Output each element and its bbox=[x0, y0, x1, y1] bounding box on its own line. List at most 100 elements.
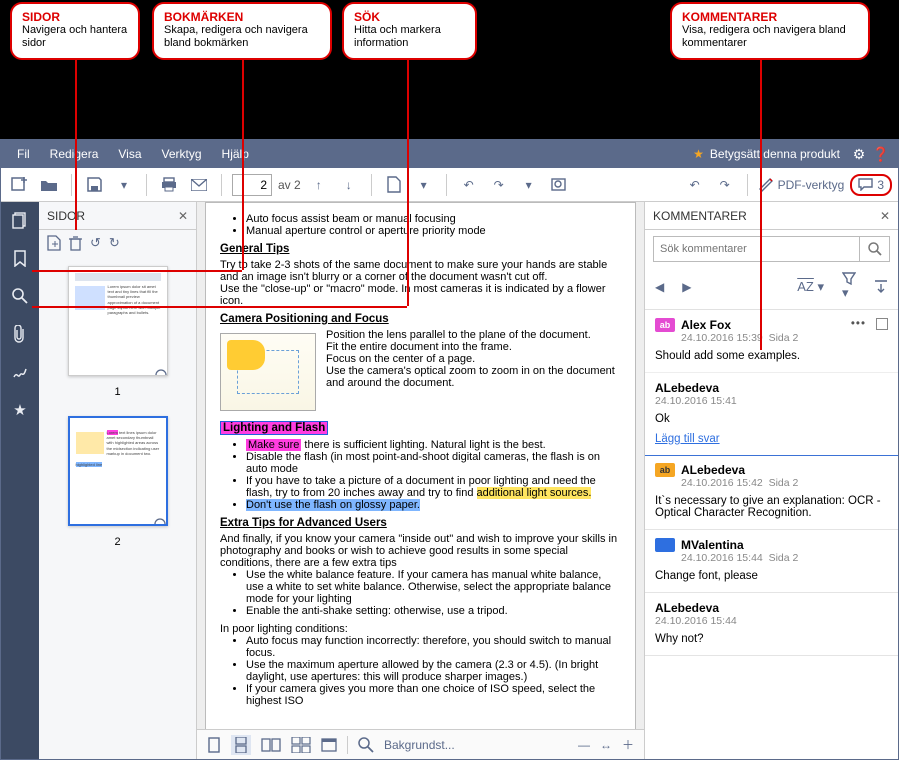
menu-verktyg[interactable]: Verktyg bbox=[152, 147, 212, 161]
comment-author: ALebedeva bbox=[681, 463, 798, 477]
save-dropdown-icon[interactable]: ▾ bbox=[112, 173, 136, 197]
mail-icon[interactable] bbox=[187, 173, 211, 197]
callout-title: BOKMÄRKEN bbox=[164, 10, 320, 24]
view-continuous-icon[interactable] bbox=[231, 735, 251, 755]
comment-item[interactable]: ab Alex Fox 24.10.2016 15:39 Sida 2 ••• … bbox=[645, 310, 898, 456]
add-reply-link[interactable]: Lägg till svar bbox=[655, 433, 720, 445]
view-two-page-icon[interactable] bbox=[261, 738, 281, 752]
nav-attachments-icon[interactable] bbox=[8, 322, 32, 346]
view-two-scroll-icon[interactable] bbox=[291, 737, 311, 753]
new-tab-icon[interactable] bbox=[7, 173, 31, 197]
nav-pages-icon[interactable] bbox=[8, 208, 32, 232]
annotation-badge bbox=[655, 538, 675, 552]
rotate-right-icon[interactable]: ↷ bbox=[487, 173, 511, 197]
annotation-badge: ab bbox=[655, 463, 675, 477]
background-label[interactable]: Bakgrundst... bbox=[384, 738, 455, 752]
delete-page-icon[interactable] bbox=[69, 236, 82, 251]
nav-strip: ★ bbox=[1, 202, 39, 759]
rotate-left-icon[interactable]: ↶ bbox=[457, 173, 481, 197]
comments-header: KOMMENTARER ✕ bbox=[645, 202, 898, 230]
sidebar-title: SIDOR bbox=[47, 209, 85, 223]
page-up-icon[interactable]: ↑ bbox=[307, 173, 331, 197]
document-scroll[interactable]: Auto focus assist beam or manual focusin… bbox=[197, 202, 644, 729]
comment-item[interactable]: MValentina 24.10.2016 15:44 Sida 2 Chang… bbox=[645, 530, 898, 593]
settings-icon[interactable]: ⚙ bbox=[848, 146, 870, 163]
comment-item[interactable]: ab ALebedeva 24.10.2016 15:42 Sida 2 It`… bbox=[645, 455, 898, 530]
rotate-cw-icon[interactable]: ↻ bbox=[109, 235, 120, 251]
document-page: Auto focus assist beam or manual focusin… bbox=[205, 202, 636, 729]
rate-product[interactable]: ★ Betygsätt denna produkt bbox=[685, 147, 848, 161]
sidebar-close-icon[interactable]: ✕ bbox=[178, 209, 188, 223]
menu-hjalp[interactable]: Hjälp bbox=[212, 147, 259, 161]
doc-text: Auto focus may function incorrectly: the… bbox=[246, 635, 621, 659]
next-comment-icon[interactable]: ▶ bbox=[682, 280, 691, 294]
thumbnails[interactable]: Lorem ipsum dolor sit amet text and tiny… bbox=[39, 256, 196, 759]
page-tool-icon[interactable] bbox=[382, 173, 406, 197]
page-down-icon[interactable]: ↓ bbox=[337, 173, 361, 197]
thumbnail-2[interactable]: Lorem text lines ipsum dolor amet second… bbox=[68, 416, 168, 548]
callout-hline bbox=[32, 306, 407, 308]
doc-text: Manual aperture control or aperture prio… bbox=[246, 225, 621, 237]
star-icon: ★ bbox=[693, 147, 704, 161]
callout-desc: Skapa, redigera och navigera bland bokmä… bbox=[164, 24, 320, 50]
view-mode-bar: Bakgrundst... — ↔ ＋ bbox=[197, 729, 644, 759]
search-icon[interactable] bbox=[859, 237, 889, 261]
rotate-dropdown-icon[interactable]: ▾ bbox=[517, 173, 541, 197]
page-number-input[interactable] bbox=[232, 174, 272, 196]
zoom-tool-icon[interactable] bbox=[358, 737, 374, 753]
doc-text: Make sure there is sufficient lighting. … bbox=[246, 439, 621, 451]
save-icon[interactable] bbox=[82, 173, 106, 197]
comment-menu-icon[interactable]: ••• bbox=[851, 318, 866, 330]
callout-sidor: SIDOR Navigera och hantera sidor bbox=[10, 2, 140, 60]
nav-bookmarks-icon[interactable] bbox=[8, 246, 32, 270]
prev-comment-icon[interactable]: ◀ bbox=[655, 280, 664, 294]
filter-icon[interactable]: ▾ bbox=[842, 272, 856, 301]
callout-desc: Visa, redigera och navigera bland kommen… bbox=[682, 24, 858, 50]
comments-search-input[interactable] bbox=[654, 237, 859, 261]
comments-list[interactable]: ab Alex Fox 24.10.2016 15:39 Sida 2 ••• … bbox=[645, 310, 898, 759]
menu-bar: Fil Redigera Visa Verktyg Hjälp ★ Betygs… bbox=[1, 140, 898, 168]
zoom-out-icon[interactable]: — bbox=[578, 738, 590, 752]
doc-heading-lighting: Lighting and Flash bbox=[220, 421, 621, 435]
comment-body: Should add some examples. bbox=[655, 350, 888, 362]
main-toolbar: ▾ av 2 ↑ ↓ ▾ ↶ ↷ ▾ ↶ ↷ PDF-ver bbox=[1, 168, 898, 202]
pdf-tools-button[interactable]: PDF-verktyg bbox=[758, 177, 845, 192]
nav-search-icon[interactable] bbox=[8, 284, 32, 308]
fit-width-icon[interactable]: ↔ bbox=[600, 738, 612, 752]
help-icon[interactable]: ❓ bbox=[870, 146, 892, 163]
callout-kommentarer: KOMMENTARER Visa, redigera och navigera … bbox=[670, 2, 870, 60]
thumbnail-1[interactable]: Lorem ipsum dolor sit amet text and tiny… bbox=[68, 266, 168, 398]
comment-item[interactable]: ALebedeva 24.10.2016 15:44 Why not? bbox=[645, 593, 898, 656]
page-tool-dropdown-icon[interactable]: ▾ bbox=[412, 173, 436, 197]
nav-signatures-icon[interactable] bbox=[8, 360, 32, 384]
menu-fil[interactable]: Fil bbox=[7, 147, 40, 161]
comments-toggle[interactable]: 3 bbox=[850, 174, 892, 196]
comment-body: Why not? bbox=[655, 633, 888, 645]
undo-icon[interactable]: ↶ bbox=[683, 173, 707, 197]
comments-close-icon[interactable]: ✕ bbox=[880, 209, 890, 223]
doc-heading: General Tips bbox=[220, 243, 621, 255]
menu-visa[interactable]: Visa bbox=[108, 147, 151, 161]
thumbnail-number: 2 bbox=[68, 536, 168, 548]
print-icon[interactable] bbox=[157, 173, 181, 197]
callout-line bbox=[242, 50, 244, 270]
doc-figure bbox=[220, 333, 316, 411]
open-icon[interactable] bbox=[37, 173, 61, 197]
add-page-icon[interactable] bbox=[47, 235, 61, 251]
callout-line bbox=[75, 50, 77, 230]
view-single-icon[interactable] bbox=[207, 737, 221, 753]
comment-body: Change font, please bbox=[655, 570, 888, 582]
redo-icon[interactable]: ↷ bbox=[713, 173, 737, 197]
sort-button[interactable]: AZ ▾ bbox=[797, 279, 824, 295]
rotate-ccw-icon[interactable]: ↺ bbox=[90, 235, 101, 251]
expand-icon[interactable] bbox=[874, 280, 888, 293]
comment-reply: ALebedeva 24.10.2016 15:41 Ok Lägg till … bbox=[645, 372, 898, 445]
comment-body: It`s necessary to give an explanation: O… bbox=[655, 495, 888, 519]
zoom-in-icon[interactable]: ＋ bbox=[622, 736, 634, 753]
callout-line bbox=[760, 50, 762, 350]
nav-favorites-icon[interactable]: ★ bbox=[8, 398, 32, 422]
doc-text: If your camera gives you more than one c… bbox=[246, 683, 621, 707]
ocr-icon[interactable] bbox=[547, 173, 571, 197]
comment-checkbox[interactable] bbox=[876, 318, 888, 330]
view-fullscreen-icon[interactable] bbox=[321, 738, 337, 752]
